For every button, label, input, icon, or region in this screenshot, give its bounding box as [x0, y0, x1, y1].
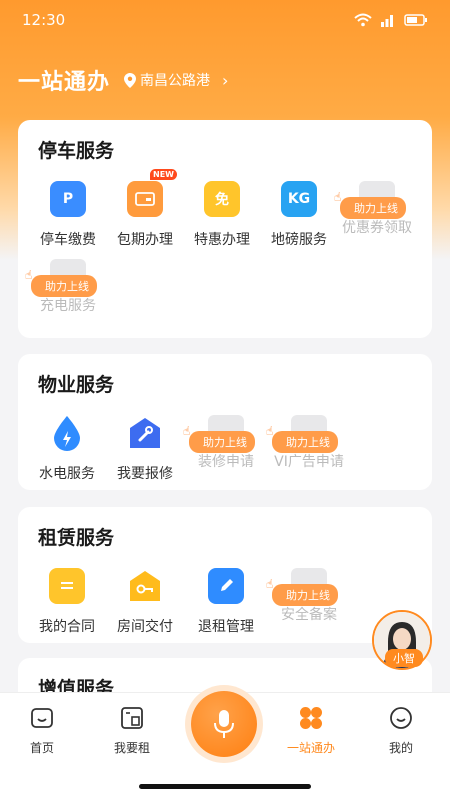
edit-document-icon	[208, 568, 244, 604]
coupon-claim-item[interactable]: ☝ 助力上线 优惠券领取	[334, 181, 418, 237]
section-title: 租赁服务	[38, 527, 115, 549]
status-bar: 12:30	[0, 0, 450, 40]
boost-badge: ☝ 助力上线	[25, 268, 97, 297]
discount-handling-item[interactable]: 免 特惠办理	[181, 181, 263, 249]
water-drop-icon	[49, 415, 85, 451]
rental-service-card: 租赁服务 我的合同 房间交付 退租管理 ☝ 助力上线 安全备案	[18, 507, 432, 643]
new-badge: NEW	[150, 169, 177, 180]
location-pin-icon	[124, 72, 137, 88]
lease-termination-item[interactable]: 退租管理	[185, 568, 267, 636]
boost-badge: ☝ 助力上线	[334, 190, 406, 219]
section-title: 停车服务	[38, 140, 115, 162]
parking-service-card: 停车服务 P 停车缴费 NEW 包期办理 免 特惠办理 KG 地磅服务 ☝ 助力…	[18, 120, 432, 338]
tab-one-stop-service[interactable]: 一站通办	[276, 705, 346, 756]
free-icon: 免	[204, 181, 240, 217]
microphone-icon	[214, 710, 234, 738]
page-header: 一站通办 南昌公路港 ›	[18, 64, 228, 96]
hand-icon: ☝	[334, 190, 342, 204]
building-icon	[119, 705, 145, 731]
utilities-service-item[interactable]: 水电服务	[26, 415, 108, 483]
smile-face-icon	[388, 705, 414, 731]
signal-icon	[381, 15, 393, 27]
house-wrench-icon	[127, 415, 163, 451]
contract-document-icon	[49, 568, 85, 604]
room-delivery-item[interactable]: 房间交付	[104, 568, 186, 636]
safety-filing-item[interactable]: ☝ 助力上线 安全备案	[266, 568, 350, 624]
period-handling-item[interactable]: NEW 包期办理	[104, 169, 186, 249]
renovation-application-item[interactable]: ☝ 助力上线 装修申请	[183, 415, 267, 471]
battery-icon	[404, 14, 427, 26]
card-icon: NEW	[127, 169, 177, 217]
status-time: 12:30	[22, 11, 66, 29]
page-title: 一站通办	[18, 70, 111, 95]
location-name: 南昌公路港	[140, 73, 211, 89]
wifi-icon	[354, 13, 372, 27]
chevron-right-icon: ›	[222, 70, 229, 90]
weighbridge-service-item[interactable]: KG 地磅服务	[258, 181, 340, 249]
charging-service-item[interactable]: ☝ 助力上线 充电服务	[25, 259, 109, 315]
status-icons	[354, 13, 428, 27]
hand-icon: ☝	[266, 577, 274, 591]
assistant-label: 小智	[385, 649, 423, 667]
hand-icon: ☝	[25, 268, 33, 282]
tab-mine[interactable]: 我的	[366, 705, 436, 756]
four-petal-icon	[298, 705, 324, 731]
my-contract-item[interactable]: 我的合同	[26, 568, 108, 636]
kg-scale-icon: KG	[281, 181, 317, 217]
boost-badge: ☝ 助力上线	[266, 577, 338, 606]
voice-button[interactable]	[191, 691, 257, 757]
vi-ad-application-item[interactable]: ☝ 助力上线 VI广告申请	[266, 415, 350, 471]
section-title: 物业服务	[38, 374, 115, 396]
hand-icon: ☝	[266, 424, 274, 438]
property-service-card: 物业服务 水电服务 我要报修 ☝ 助力上线 装修申请 ☝ 助力上线 VI广告申请	[18, 354, 432, 490]
house-key-icon	[127, 568, 163, 604]
location-selector[interactable]: 南昌公路港 ›	[124, 70, 228, 90]
home-icon	[29, 705, 55, 731]
repair-request-item[interactable]: 我要报修	[104, 415, 186, 483]
tab-home[interactable]: 首页	[7, 705, 77, 756]
hand-icon: ☝	[183, 424, 191, 438]
boost-badge: ☝ 助力上线	[183, 424, 255, 453]
home-indicator[interactable]	[139, 784, 311, 789]
boost-badge: ☝ 助力上线	[266, 424, 338, 453]
parking-payment-item[interactable]: P 停车缴费	[27, 181, 109, 249]
parking-p-icon: P	[50, 181, 86, 217]
tab-rent[interactable]: 我要租	[97, 705, 167, 756]
